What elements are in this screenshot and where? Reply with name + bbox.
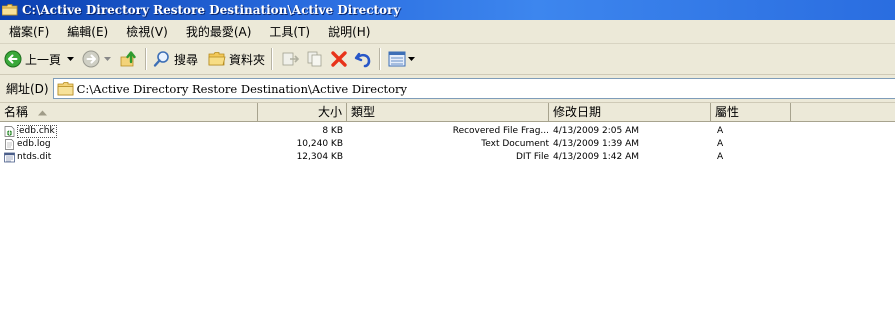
file-type: DIT File [515,152,549,162]
menu-help[interactable]: 說明(H) [319,23,379,40]
folders-icon [208,52,226,66]
undo-icon[interactable] [353,49,373,69]
address-bar: 網址(D) C:\Active Directory Restore Destin… [0,75,895,103]
toolbar-separator [379,48,382,70]
folder-icon [57,81,74,95]
forward-dropdown-icon[interactable] [104,56,112,62]
address-label: 網址(D) [6,82,49,96]
column-size-label: 大小 [317,105,342,119]
file-name-cell: ntds.dit [4,151,51,164]
file-row[interactable]: edb.chk 8 KB Recovered File Frag... 4/13… [0,125,895,138]
menu-file[interactable]: 檔案(F) [0,23,58,40]
window-title: C:\Active Directory Restore Destination\… [22,3,401,17]
menu-bar: 檔案(F) 編輯(E) 檢視(V) 我的最愛(A) 工具(T) 說明(H) [0,20,895,44]
column-header-modified[interactable]: 修改日期 [549,103,711,121]
file-row[interactable]: ntds.dit 12,304 KB DIT File 4/13/2009 1:… [0,151,895,164]
copy-to-icon[interactable] [305,50,325,68]
file-name: ntds.dit [17,152,52,162]
up-folder-icon[interactable] [119,49,139,69]
title-bar: C:\Active Directory Restore Destination\… [0,0,895,20]
file-size: 10,240 KB [296,139,343,149]
column-header-name[interactable]: 名稱 [0,103,258,121]
file-attributes: A [717,126,724,136]
menu-favorites[interactable]: 我的最愛(A) [177,23,261,40]
column-modified-label: 修改日期 [553,105,602,119]
toolbar: 上一頁 搜尋 資料夾 [0,44,895,75]
column-type-label: 類型 [351,105,376,119]
address-field[interactable]: C:\Active Directory Restore Destination\… [52,78,895,99]
file-size: 12,304 KB [296,152,343,162]
back-label: 上一頁 [25,52,62,67]
folder-icon [2,4,18,16]
column-attributes-label: 屬性 [715,105,740,119]
column-header-attributes[interactable]: 屬性 [711,103,791,121]
file-type: Recovered File Frag... [452,126,549,136]
file-list: edb.chk 8 KB Recovered File Frag... 4/13… [0,122,895,331]
file-row[interactable]: edb.log 10,240 KB Text Document 4/13/200… [0,138,895,151]
toolbar-separator [271,48,274,70]
file-name: edb.chk [17,125,57,138]
delete-icon[interactable] [329,49,349,69]
file-name-cell: edb.chk [4,125,57,138]
column-header-type[interactable]: 類型 [347,103,549,121]
file-modified: 4/13/2009 1:42 AM [553,152,640,162]
move-to-icon[interactable] [281,50,301,68]
folders-label: 資料夾 [229,52,266,67]
file-name: edb.log [17,139,51,149]
views-icon[interactable] [387,50,407,68]
back-arrow-icon [4,50,22,68]
back-dropdown-icon[interactable] [67,56,75,62]
toolbar-separator [145,48,148,70]
back-button[interactable]: 上一頁 [4,50,61,68]
sort-ascending-icon [37,110,47,115]
dit-file-icon [4,152,15,163]
recovered-file-icon [4,126,15,137]
file-size: 8 KB [322,126,343,136]
file-attributes: A [717,139,724,149]
menu-tools[interactable]: 工具(T) [260,23,319,40]
search-label: 搜尋 [174,52,199,67]
list-header: 名稱 大小 類型 修改日期 屬性 [0,103,895,122]
forward-arrow-icon[interactable] [82,50,100,68]
file-modified: 4/13/2009 1:39 AM [553,139,640,149]
views-dropdown-icon[interactable] [408,56,416,62]
menu-edit[interactable]: 編輯(E) [58,23,117,40]
search-button[interactable]: 搜尋 [153,50,198,68]
search-icon [153,51,169,67]
file-attributes: A [717,152,724,162]
file-type: Text Document [481,139,549,149]
file-name-cell: edb.log [4,138,51,151]
folders-button[interactable]: 資料夾 [208,51,265,68]
file-modified: 4/13/2009 2:05 AM [553,126,640,136]
menu-view[interactable]: 檢視(V) [117,23,177,40]
text-document-icon [5,139,14,150]
address-value: C:\Active Directory Restore Destination\… [76,81,408,96]
column-header-size[interactable]: 大小 [258,103,347,121]
column-name-label: 名稱 [4,105,29,119]
